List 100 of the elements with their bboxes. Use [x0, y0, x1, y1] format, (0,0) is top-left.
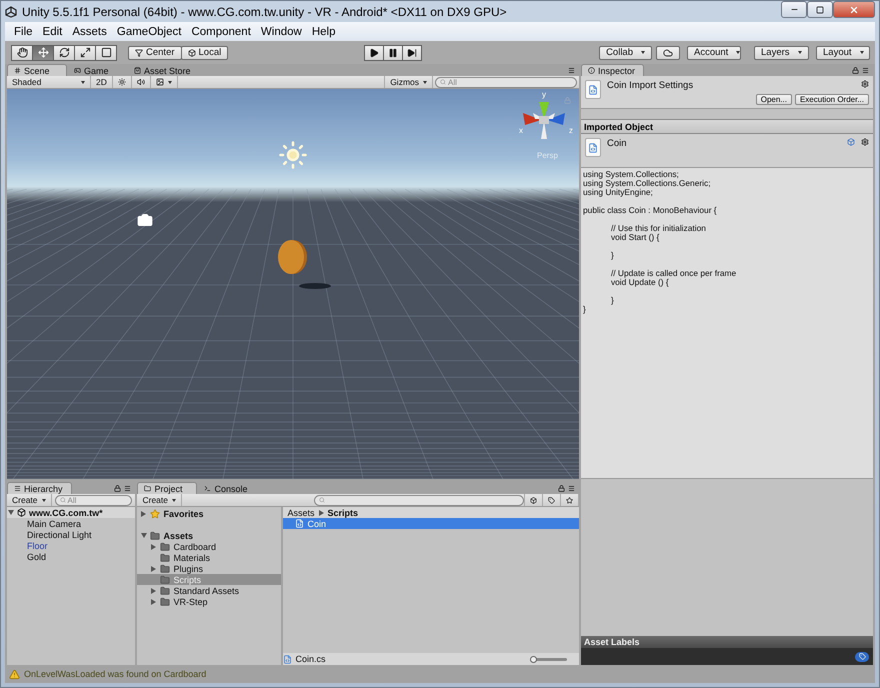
panel-tab[interactable]: Project — [137, 482, 198, 494]
collab-dropdown[interactable]: Collab — [599, 46, 652, 60]
menu-item[interactable]: Help — [306, 26, 340, 38]
search-icon — [319, 497, 325, 503]
pause-button[interactable] — [383, 44, 404, 60]
hierarchy-item[interactable]: Main Camera — [7, 518, 136, 529]
breadcrumb-item[interactable]: Scripts — [328, 508, 358, 518]
settings-icon[interactable] — [861, 138, 869, 146]
store-tab-icon — [134, 67, 141, 74]
star-icon — [566, 496, 573, 504]
folder-tree-item[interactable]: Materials — [137, 552, 282, 563]
settings-icon[interactable] — [861, 80, 869, 88]
axis-label: z — [569, 126, 573, 135]
section-header: Asset Labels — [581, 636, 873, 648]
dropdown-caret-icon — [798, 51, 802, 54]
account-dropdown[interactable]: Account — [687, 46, 741, 60]
game-tab-icon — [74, 67, 81, 74]
hierarchy-item[interactable]: Directional Light — [7, 529, 136, 540]
inspector-button[interactable]: Open... — [756, 94, 792, 105]
move-tool-button[interactable] — [32, 44, 54, 60]
space-toggle-button[interactable]: Local — [180, 46, 228, 60]
scene-name: www.CG.com.tw* — [29, 508, 103, 518]
console-tab-icon — [204, 485, 212, 492]
axis-label: y — [542, 90, 546, 99]
folder-tree-item[interactable]: Assets — [137, 530, 282, 541]
rect-tool-button[interactable] — [95, 44, 117, 60]
scale-tool-button[interactable] — [74, 44, 96, 60]
play-icon — [369, 48, 380, 58]
filter-type-button[interactable] — [524, 494, 543, 506]
2d-toggle-button[interactable]: 2D — [91, 76, 113, 88]
cloud-icon — [663, 48, 673, 58]
panel-tab[interactable]: Game — [67, 64, 127, 76]
dropdown-caret-icon — [641, 51, 645, 54]
play-button[interactable] — [364, 44, 384, 60]
inspector-button[interactable]: Execution Order... — [794, 94, 869, 105]
status-message: OnLevelWasLoaded was found on Cardboard — [24, 669, 206, 679]
unity-logo-icon — [5, 6, 17, 18]
move-icon — [38, 47, 48, 58]
menu-icon[interactable] — [862, 66, 869, 74]
close-button[interactable] — [833, 1, 875, 18]
panel-tab[interactable]: Console — [197, 482, 258, 494]
hierarchy-item[interactable]: Gold — [7, 551, 136, 562]
shading-mode-dropdown[interactable]: Shaded — [7, 76, 91, 88]
search-icon — [440, 79, 446, 85]
menu-item[interactable]: GameObject — [112, 26, 186, 38]
panel-tab[interactable]: Inspector — [581, 64, 644, 76]
menu-item[interactable]: File — [9, 26, 38, 38]
menu-item[interactable]: Edit — [38, 26, 68, 38]
asset-item[interactable]: Coin — [283, 518, 579, 529]
create-dropdown[interactable]: Create — [7, 494, 52, 506]
maximize-button[interactable] — [807, 1, 833, 18]
inspector-title: Coin Import Settings — [607, 80, 694, 91]
slider-thumb[interactable] — [530, 656, 537, 662]
dropdown-caret-icon — [168, 80, 172, 84]
minimize-button[interactable] — [781, 1, 807, 18]
collapsed-arrow-icon[interactable] — [141, 510, 146, 516]
folder-tree-item[interactable]: VR-Step — [137, 596, 282, 607]
cloud-button[interactable] — [656, 46, 680, 60]
script-icon — [283, 654, 292, 664]
dropdown-caret-icon — [736, 51, 740, 54]
sun-icon — [278, 140, 308, 170]
layers-dropdown[interactable]: Layers — [754, 46, 809, 60]
menu-item[interactable]: Window — [256, 26, 307, 38]
panel-tab[interactable]: Hierarchy — [7, 482, 72, 494]
hierarchy-item[interactable]: Floor — [7, 540, 136, 551]
folder-tree-item[interactable]: Standard Assets — [137, 585, 282, 596]
menu-item[interactable]: Component — [186, 26, 256, 38]
layout-dropdown[interactable]: Layout — [816, 46, 870, 60]
expanded-arrow-icon[interactable] — [8, 510, 14, 515]
rotate-tool-button[interactable] — [53, 44, 75, 60]
project-tab-icon — [144, 485, 152, 492]
menu-icon[interactable] — [124, 484, 132, 492]
breadcrumb-item[interactable]: Assets — [287, 508, 314, 518]
lock-icon[interactable] — [852, 66, 859, 74]
sun-icon — [118, 78, 126, 86]
pivot-toggle-button[interactable]: Center — [128, 46, 182, 60]
step-button[interactable] — [402, 44, 422, 60]
menu-icon[interactable] — [568, 66, 575, 74]
folder-tree-item[interactable]: Favorites — [137, 508, 282, 519]
tag-button[interactable] — [855, 652, 869, 662]
dropdown-caret-icon — [423, 80, 427, 84]
lock-icon[interactable] — [114, 484, 122, 492]
speaker-icon — [136, 78, 145, 86]
cube-icon — [530, 496, 537, 504]
icon-size-slider[interactable] — [531, 656, 567, 662]
panel-tab[interactable]: Scene — [7, 64, 67, 76]
search-field[interactable] — [314, 494, 524, 506]
menu-item[interactable]: Assets — [67, 26, 112, 38]
maximize-icon — [816, 6, 824, 14]
info-icon — [588, 67, 595, 74]
folder-tree-item[interactable]: Cardboard — [137, 541, 282, 552]
code-text: using System.Collections; using System.Collections.Generic; using UnityEngine; public class Coin : MonoBehaviour { // Use this for initialization void Start () { } // Update is called once per frame void Update () { } } — [581, 167, 873, 479]
panel-tab[interactable]: Asset Store — [127, 64, 200, 76]
script-icon — [295, 519, 304, 528]
gizmos-dropdown[interactable]: Gizmos — [384, 76, 433, 88]
create-dropdown[interactable]: Create — [137, 494, 182, 506]
menu-icon[interactable] — [568, 484, 575, 492]
dropdown-caret-icon — [81, 80, 85, 84]
lock-icon[interactable] — [558, 484, 565, 492]
hand-tool-button[interactable] — [11, 44, 33, 60]
